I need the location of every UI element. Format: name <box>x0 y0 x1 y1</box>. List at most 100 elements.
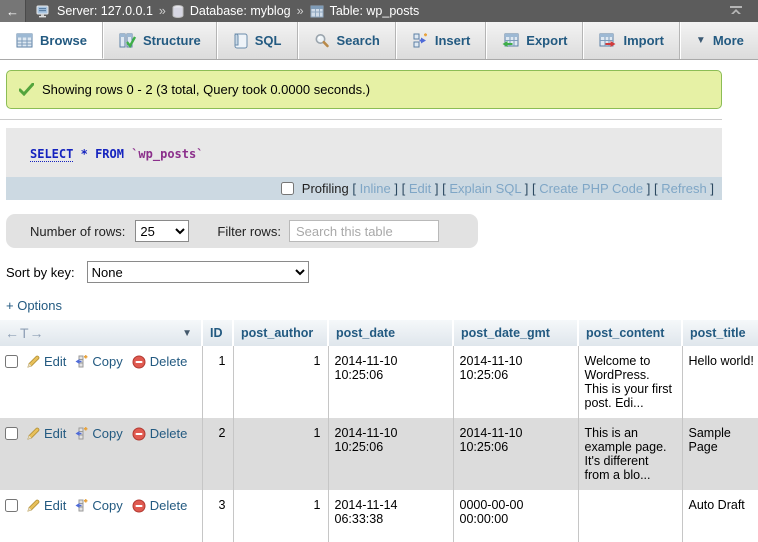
row-controls-bar: Number of rows: 25 Filter rows: <box>6 214 478 248</box>
server-icon <box>36 5 51 18</box>
bracket: ] <box>394 181 398 196</box>
row-checkbox[interactable] <box>5 355 18 368</box>
cell-post-date-gmt: 2014-11-10 10:25:06 <box>453 346 578 418</box>
tab-label: More <box>713 33 744 48</box>
table-row: Edit Copy Delete 2 1 2014-11-10 10:25:06… <box>0 418 758 490</box>
tab-export[interactable]: Export <box>486 22 583 59</box>
edit-query-link[interactable]: Edit <box>409 181 431 196</box>
collapse-icon[interactable] <box>728 5 744 17</box>
profiling-label: Profiling <box>302 181 349 196</box>
column-header-id[interactable]: ID <box>202 320 233 346</box>
section-divider <box>0 119 722 120</box>
explain-sql-link[interactable]: Explain SQL <box>449 181 521 196</box>
copy-row-link[interactable]: Copy <box>75 426 122 441</box>
bracket: ] <box>525 181 529 196</box>
bracket: [ <box>532 181 536 196</box>
insert-icon <box>412 33 428 48</box>
tab-label: Insert <box>435 33 470 48</box>
filter-rows-label: Filter rows: <box>217 224 281 239</box>
status-message-text: Showing rows 0 - 2 (3 total, Query took … <box>42 82 370 97</box>
sort-by-key-select[interactable]: None <box>87 261 309 283</box>
results-table: ←T→ ▼ ID post_author post_date post_date… <box>0 320 758 542</box>
delete-row-link[interactable]: Delete <box>132 498 188 513</box>
column-header-post-content[interactable]: post_content <box>578 320 682 346</box>
tab-import[interactable]: Import <box>583 22 679 59</box>
copy-icon <box>75 355 88 368</box>
options-toggle-link[interactable]: + Options <box>6 298 62 313</box>
pencil-icon <box>27 355 40 368</box>
rows-count-label: Number of rows: <box>30 224 125 239</box>
copy-row-link[interactable]: Copy <box>75 354 122 369</box>
tab-label: Export <box>526 33 567 48</box>
breadcrumb: Server: 127.0.0.1 » Database: myblog » T… <box>36 4 728 18</box>
sql-keyword-select: SELECT <box>30 147 73 162</box>
search-icon <box>314 33 330 48</box>
cell-post-date-gmt: 0000-00-00 00:00:00 <box>453 490 578 542</box>
bracket: [ <box>402 181 406 196</box>
column-marker-icon[interactable]: ←T→ <box>5 325 45 341</box>
tab-search[interactable]: Search <box>298 22 396 59</box>
tab-browse[interactable]: Browse <box>0 22 103 59</box>
row-actions-dropdown-icon[interactable]: ▼ <box>182 328 192 339</box>
back-button[interactable]: ← <box>0 0 26 22</box>
copy-row-link[interactable]: Copy <box>75 498 122 513</box>
column-header-post-date-gmt[interactable]: post_date_gmt <box>453 320 578 346</box>
sort-row: Sort by key: None <box>6 261 758 283</box>
sql-query: SELECT * FROM `wp_posts` <box>6 128 722 177</box>
export-icon <box>502 33 519 48</box>
column-header-post-title[interactable]: post_title <box>682 320 758 346</box>
cell-post-author: 1 <box>233 346 328 418</box>
cell-post-date: 2014-11-10 10:25:06 <box>328 418 453 490</box>
table-icon <box>310 5 324 18</box>
profiling-checkbox[interactable] <box>281 182 294 195</box>
delete-icon <box>132 499 146 513</box>
edit-row-link[interactable]: Edit <box>27 498 66 513</box>
bracket: ] <box>435 181 439 196</box>
column-header-post-author[interactable]: post_author <box>233 320 328 346</box>
cell-id: 1 <box>202 346 233 418</box>
rows-count-select[interactable]: 25 <box>135 220 189 242</box>
query-box: SELECT * FROM `wp_posts` Profiling [ Inl… <box>6 128 722 200</box>
breadcrumb-bar: ← Server: 127.0.0.1 » Database: myblog »… <box>0 0 758 22</box>
cell-post-date-gmt: 2014-11-10 10:25:06 <box>453 418 578 490</box>
create-php-code-link[interactable]: Create PHP Code <box>539 181 643 196</box>
sql-table-name: `wp_posts` <box>131 147 203 161</box>
row-checkbox[interactable] <box>5 499 18 512</box>
edit-row-link[interactable]: Edit <box>27 426 66 441</box>
filter-rows-input[interactable] <box>289 220 439 242</box>
tab-sql[interactable]: SQL <box>217 22 298 59</box>
column-header-post-date[interactable]: post_date <box>328 320 453 346</box>
tab-structure[interactable]: Structure <box>103 22 217 59</box>
tab-more[interactable]: ▼ More <box>680 22 758 59</box>
tab-label: Search <box>337 33 380 48</box>
breadcrumb-server[interactable]: Server: 127.0.0.1 <box>57 4 153 18</box>
delete-row-link[interactable]: Delete <box>132 426 188 441</box>
copy-icon <box>75 427 88 440</box>
breadcrumb-database[interactable]: Database: myblog <box>190 4 291 18</box>
bracket: ] <box>647 181 651 196</box>
cell-post-date: 2014-11-10 10:25:06 <box>328 346 453 418</box>
inline-link[interactable]: Inline <box>360 181 391 196</box>
edit-row-link[interactable]: Edit <box>27 354 66 369</box>
tab-label: Import <box>623 33 663 48</box>
pencil-icon <box>27 499 40 512</box>
sql-keyword-from: FROM <box>95 147 124 161</box>
cell-post-content: Welcome to WordPress. This is your first… <box>578 346 682 418</box>
bracket: [ <box>352 181 356 196</box>
sql-star: * <box>81 147 88 161</box>
breadcrumb-table[interactable]: Table: wp_posts <box>330 4 420 18</box>
tab-insert[interactable]: Insert <box>396 22 486 59</box>
table-row: Edit Copy Delete 1 1 2014-11-10 10:25:06… <box>0 346 758 418</box>
delete-row-link[interactable]: Delete <box>132 354 188 369</box>
bracket: [ <box>442 181 446 196</box>
cell-post-title: Sample Page <box>682 418 758 490</box>
header-row: ←T→ ▼ ID post_author post_date post_date… <box>0 320 758 346</box>
refresh-link[interactable]: Refresh <box>661 181 707 196</box>
bracket: [ <box>654 181 658 196</box>
structure-icon <box>119 33 136 48</box>
breadcrumb-separator: » <box>159 4 166 18</box>
browse-icon <box>16 33 33 48</box>
tab-bar: Browse Structure SQL Search Insert Expor… <box>0 22 758 60</box>
cell-post-content <box>578 490 682 542</box>
row-checkbox[interactable] <box>5 427 18 440</box>
